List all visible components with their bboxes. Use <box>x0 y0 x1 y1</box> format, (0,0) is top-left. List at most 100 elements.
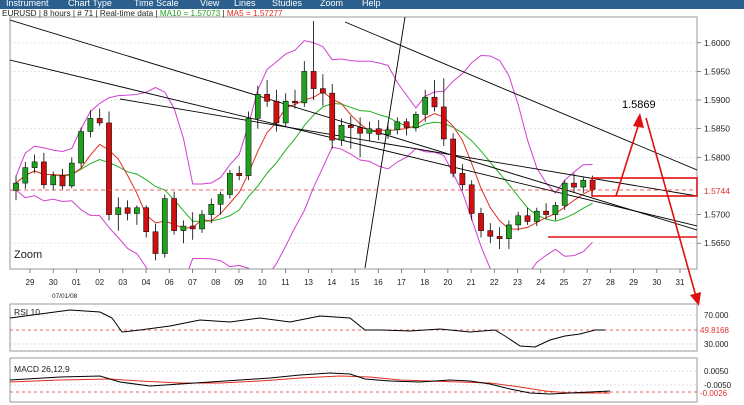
candle-bear[interactable] <box>403 121 410 128</box>
candle-bear[interactable] <box>496 236 503 239</box>
chart-window: 1.5869 Zoom EURUSD | 8 hours | # 71 | Re… <box>2 9 744 403</box>
candle-bull[interactable] <box>301 71 308 104</box>
menu-item-time-scale[interactable]: Time Scale <box>134 0 179 8</box>
candle-bear[interactable] <box>189 225 196 230</box>
menu-item-zoom[interactable]: Zoom <box>320 0 343 8</box>
price-tick-label: 1.5650 <box>704 238 730 248</box>
candle-bull[interactable] <box>134 207 140 214</box>
date-tick-label: 07 <box>188 278 197 287</box>
menu-item-lines[interactable]: Lines <box>234 0 256 8</box>
date-tick-label: 25 <box>559 278 568 287</box>
rsi-panel[interactable] <box>9 303 698 352</box>
candle-bear[interactable] <box>310 71 317 89</box>
candle-bull[interactable] <box>366 128 373 134</box>
candle-bull[interactable] <box>161 198 168 254</box>
candle-bull[interactable] <box>217 194 224 205</box>
bar-count-label: # 71 <box>77 9 93 18</box>
candle-bull[interactable] <box>68 162 75 187</box>
price-tick-label: 1.5900 <box>704 95 730 105</box>
annotation-value: 1.5869 <box>622 99 656 111</box>
date-tick-label: 20 <box>443 278 452 287</box>
candle-bear[interactable] <box>524 215 531 222</box>
candle-bear[interactable] <box>171 198 177 231</box>
candle-bear[interactable] <box>152 231 159 254</box>
candle-bull[interactable] <box>180 225 187 231</box>
date-tick-label: 23 <box>513 278 522 287</box>
macd-tick-upper: 0.0050 <box>704 367 729 376</box>
menu-item-view[interactable]: View <box>200 0 219 8</box>
candle-bull[interactable] <box>254 94 261 119</box>
candle-bear[interactable] <box>292 100 298 104</box>
candle-bull[interactable] <box>561 182 568 206</box>
candle-bear[interactable] <box>59 175 66 187</box>
candle-bull[interactable] <box>87 118 94 132</box>
candle-bull[interactable] <box>552 205 559 215</box>
date-tick-label: 17 <box>397 278 406 287</box>
candle-bull[interactable] <box>515 215 522 226</box>
candle-bear[interactable] <box>478 213 484 231</box>
candle-bull[interactable] <box>199 214 205 230</box>
candle-bull[interactable] <box>385 129 391 135</box>
candle-bull[interactable] <box>115 207 122 215</box>
candle-bull[interactable] <box>580 179 587 188</box>
menu-item-help[interactable]: Help <box>362 0 381 8</box>
month-label: 07/01/08 <box>52 293 78 300</box>
date-tick-label: 01 <box>72 278 81 287</box>
candle-bear[interactable] <box>96 118 103 124</box>
rsi-current-value: 49.8168 <box>700 326 729 335</box>
candle-bear[interactable] <box>459 173 466 186</box>
candle-bull[interactable] <box>208 204 215 215</box>
candle-bull[interactable] <box>422 96 429 115</box>
candle-bull[interactable] <box>31 161 38 168</box>
candle-bear[interactable] <box>347 124 354 128</box>
candle-bear[interactable] <box>106 122 112 215</box>
date-tick-label: 21 <box>467 278 476 287</box>
candle-bull[interactable] <box>22 167 29 184</box>
menu-item-chart-type[interactable]: Chart Type <box>68 0 112 8</box>
candle-bull[interactable] <box>227 173 233 195</box>
candle-bull[interactable] <box>78 131 84 164</box>
candle-bear[interactable] <box>320 88 326 94</box>
candle-bear[interactable] <box>487 230 494 237</box>
candle-bear[interactable] <box>431 96 438 108</box>
zoom-label[interactable]: Zoom <box>14 249 42 261</box>
price-tick-label: 1.5800 <box>704 152 730 162</box>
candle-bull[interactable] <box>13 182 19 191</box>
svg-text:EURUSD | 8 hours | # 71 | Real: EURUSD | 8 hours | # 71 | Real-time data… <box>2 9 283 18</box>
macd-label: MACD 26,12,9 <box>14 364 70 374</box>
candle-bear[interactable] <box>236 173 243 176</box>
candle-bear[interactable] <box>124 207 131 214</box>
candle-bull[interactable] <box>394 121 401 131</box>
candle-bear[interactable] <box>375 128 382 135</box>
candle-bear[interactable] <box>440 106 447 140</box>
date-tick-label: 30 <box>49 278 58 287</box>
candle-bear[interactable] <box>41 161 47 186</box>
candle-bear[interactable] <box>143 207 150 233</box>
candle-bear[interactable] <box>329 92 336 141</box>
candle-bear[interactable] <box>543 210 549 215</box>
price-tick-label: 1.5700 <box>704 210 730 220</box>
date-axis: 29 30 01 02 03 04 06 07 08 09 10 11 13 14 15 16 17 18 20 21… <box>26 269 685 287</box>
candle-bull[interactable] <box>245 118 252 176</box>
interval-label: 8 hours <box>43 9 70 18</box>
candle-bull[interactable] <box>533 210 540 222</box>
candle-bear[interactable] <box>571 182 577 188</box>
rsi-tick-70: 70.000 <box>704 311 729 320</box>
candle-bull[interactable] <box>50 175 57 186</box>
candle-bear[interactable] <box>273 100 280 124</box>
candle-bull[interactable] <box>413 114 419 128</box>
candle-bull[interactable] <box>506 224 512 239</box>
date-tick-label: 14 <box>327 278 336 287</box>
date-tick-label: 13 <box>304 278 313 287</box>
candle-bear[interactable] <box>264 94 270 102</box>
candle-bear[interactable] <box>357 127 363 134</box>
candle-bear[interactable] <box>468 184 475 214</box>
date-tick-label: 22 <box>490 278 499 287</box>
candle-bear[interactable] <box>450 138 456 174</box>
candle-bull[interactable] <box>338 124 345 141</box>
date-tick-label: 16 <box>374 278 383 287</box>
candle-bull[interactable] <box>282 100 289 124</box>
menu-item-instrument[interactable]: Instrument <box>6 0 49 8</box>
date-tick-label: 11 <box>281 278 290 287</box>
menu-item-studies[interactable]: Studies <box>272 0 302 8</box>
